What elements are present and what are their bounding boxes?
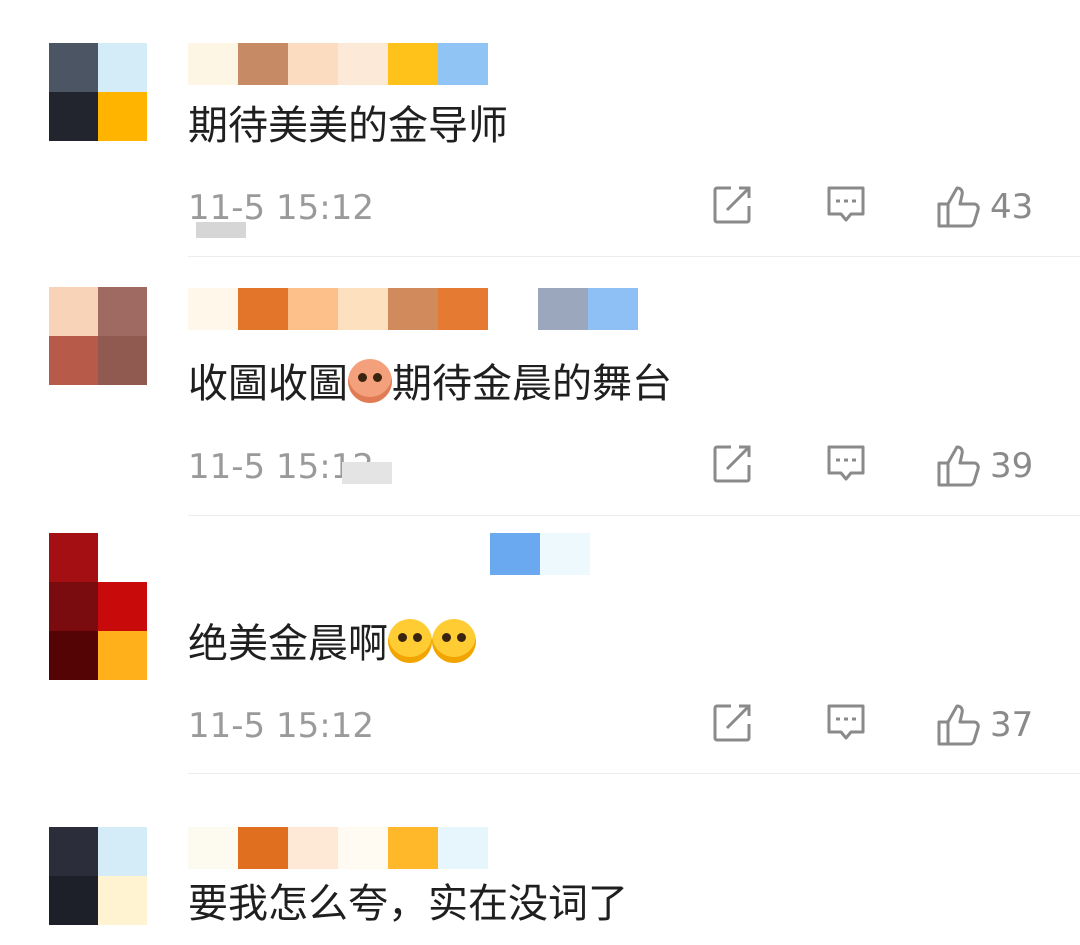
like-button[interactable]: 43	[936, 184, 1033, 230]
like-button[interactable]: 37	[936, 702, 1033, 748]
username-blurred[interactable]	[490, 533, 590, 575]
reply-button[interactable]	[825, 702, 867, 744]
like-button[interactable]: 39	[936, 443, 1033, 489]
reply-button[interactable]	[825, 443, 867, 485]
avatar[interactable]	[49, 827, 147, 925]
share-icon	[713, 445, 751, 483]
reply-button[interactable]	[825, 184, 867, 226]
thumbs-up-icon	[937, 445, 980, 487]
avatar[interactable]	[49, 287, 147, 385]
comment-text: 收圖收圖 期待金晨的舞台	[188, 359, 672, 407]
username-blurred[interactable]	[188, 43, 488, 85]
thumbs-up-icon	[937, 704, 980, 746]
comment-icon	[827, 704, 865, 740]
username-blurred[interactable]	[188, 288, 638, 330]
grinning-face-emoji	[388, 619, 432, 663]
divider	[188, 256, 1080, 257]
share-button[interactable]	[711, 443, 753, 485]
grinning-face-emoji	[432, 619, 476, 663]
comment-text: 期待美美的金导师	[188, 103, 508, 149]
pink-face-emoji	[348, 359, 392, 403]
blur-patch	[196, 222, 246, 238]
share-icon	[713, 704, 751, 742]
comment-text: 要我怎么夸，实在没词了	[188, 881, 628, 927]
share-icon	[713, 186, 751, 224]
divider	[188, 515, 1080, 516]
comment-text: 绝美金晨啊	[188, 618, 476, 670]
comment-icon	[827, 186, 865, 222]
thumbs-up-icon	[937, 186, 980, 228]
share-button[interactable]	[711, 702, 753, 744]
avatar[interactable]	[49, 533, 147, 680]
comment-feed: 期待美美的金导师 11-5 15:12 43 收圖收圖 期待金晨的舞台 11-5…	[0, 0, 1080, 945]
comment-icon	[827, 445, 865, 481]
username-blurred[interactable]	[188, 827, 488, 869]
like-count: 39	[990, 446, 1034, 486]
avatar[interactable]	[49, 43, 147, 141]
like-count: 43	[990, 187, 1034, 227]
share-button[interactable]	[711, 184, 753, 226]
like-count: 37	[990, 705, 1034, 745]
divider	[188, 773, 1080, 774]
